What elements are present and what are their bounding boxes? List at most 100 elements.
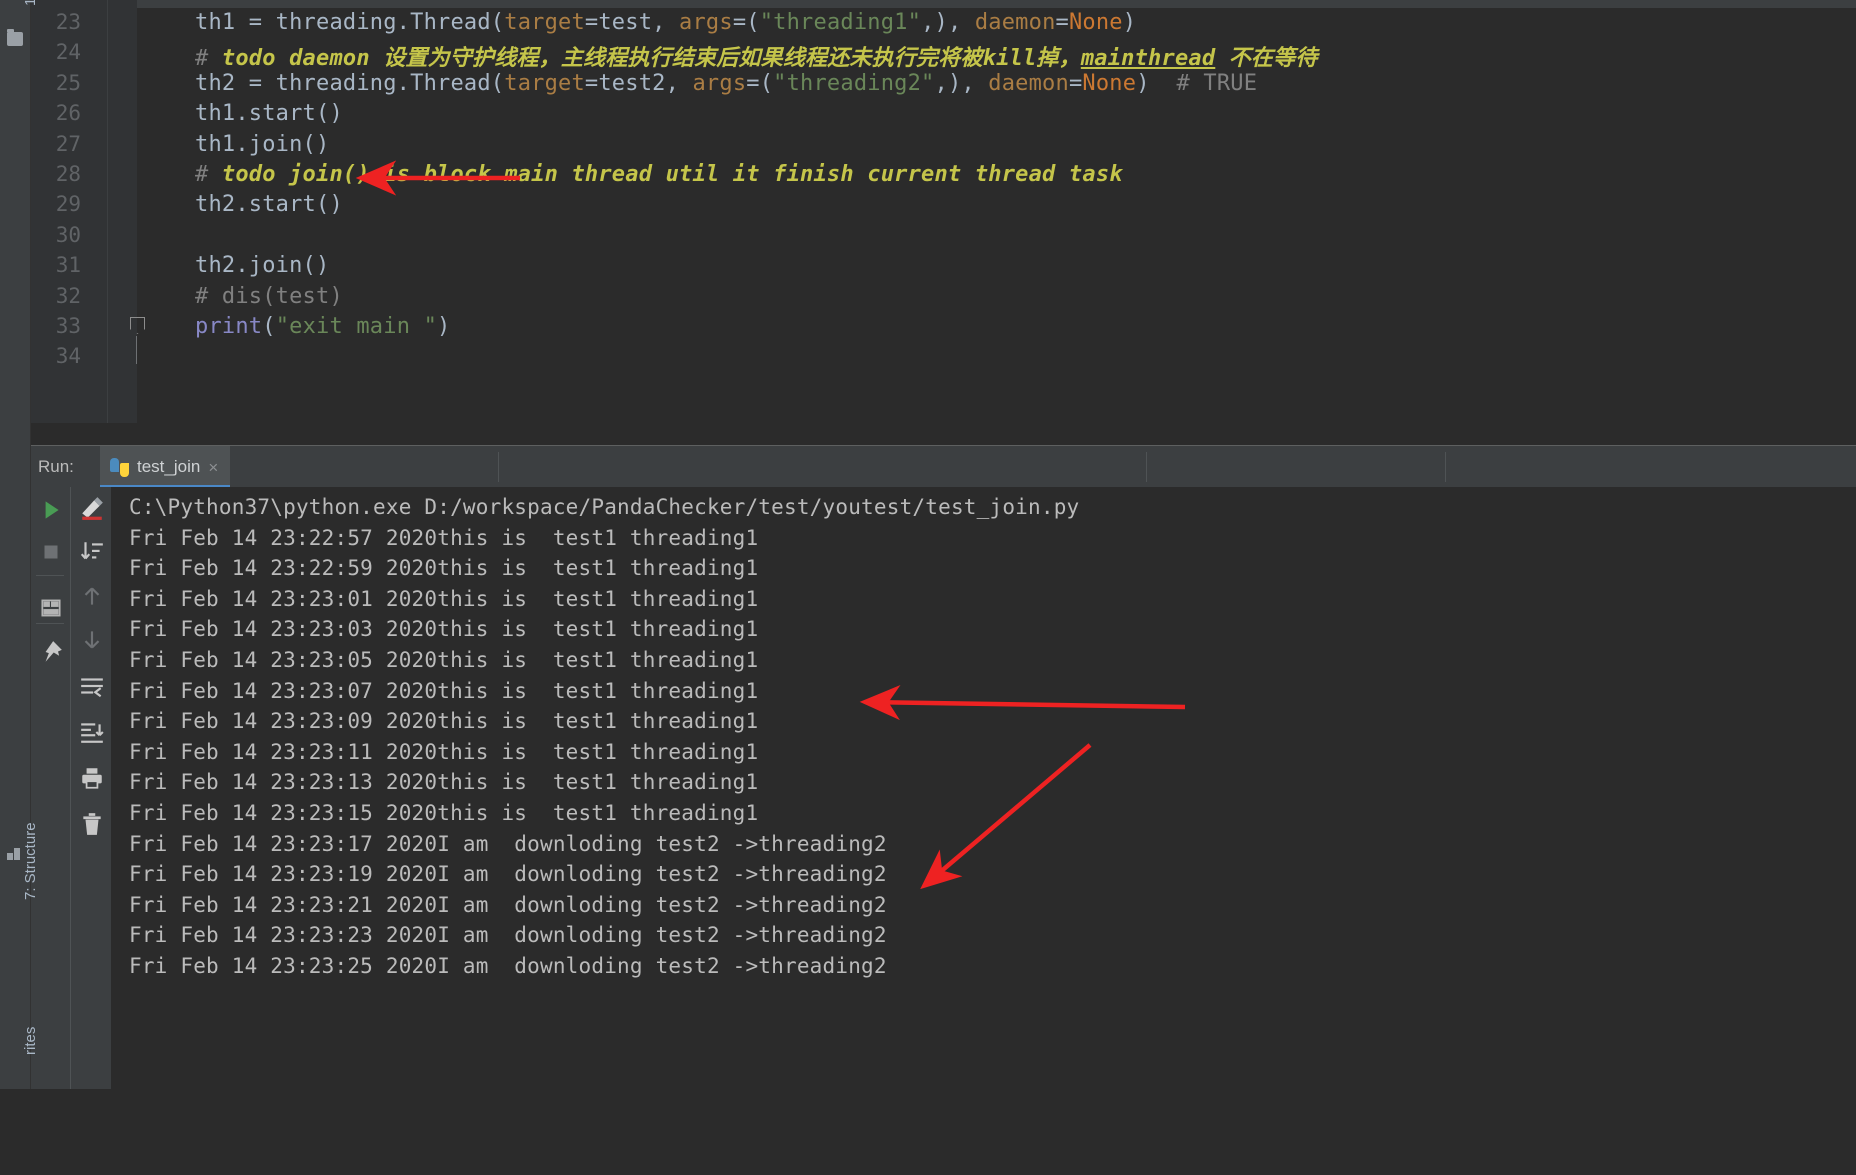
- layout-button[interactable]: [38, 595, 64, 621]
- run-tab-test-join[interactable]: test_join ×: [100, 446, 231, 488]
- line-number: 30: [55, 222, 81, 247]
- code-token: #: [195, 46, 222, 72]
- console-output-line: Fri Feb 14 23:23:05 2020this is test1 th…: [129, 648, 759, 672]
- code-line[interactable]: # todo join() is block main thread util …: [195, 162, 1123, 187]
- code-text-area[interactable]: th1 = threading.Thread(target=test, args…: [137, 0, 1856, 445]
- console-output-line: Fri Feb 14 23:23:15 2020this is test1 th…: [129, 801, 759, 825]
- next-occurrence-button[interactable]: [79, 627, 105, 653]
- console-output[interactable]: C:\Python37\python.exe D:/workspace/Pand…: [111, 487, 1856, 1089]
- sort-output-button[interactable]: [79, 539, 105, 565]
- console-output-line: Fri Feb 14 23:23:21 2020I am downloding …: [129, 892, 887, 917]
- code-token: ): [1122, 10, 1137, 35]
- code-line[interactable]: th1 = threading.Thread(target=test, args…: [195, 10, 1136, 35]
- code-token: daemon: [988, 70, 1069, 96]
- code-token: =(: [732, 10, 760, 35]
- code-editor[interactable]: 23 24 25 26 27 28 29 30 31 32 33 34 th1 = threading…: [30, 0, 1856, 445]
- code-token: "threading2": [773, 70, 935, 96]
- code-token: =(: [746, 70, 774, 96]
- rerun-button[interactable]: [38, 497, 64, 523]
- structure-icon[interactable]: [7, 846, 23, 862]
- sidebar-item-favorites[interactable]: rites: [0, 1027, 39, 1175]
- console-output-line: Fri Feb 14 23:22:59 2020this is test1 th…: [129, 556, 759, 581]
- code-token: print: [195, 314, 263, 339]
- gutter-divider: [107, 0, 108, 445]
- sidebar-item-project[interactable]: 1: Pr: [0, 0, 39, 126]
- code-fold-icon[interactable]: [130, 317, 145, 335]
- line-number: 34: [55, 344, 81, 369]
- code-token: mainthread: [1080, 46, 1216, 72]
- code-token: th2.start(): [195, 192, 343, 218]
- run-tab-label: test_join: [137, 457, 201, 476]
- code-line[interactable]: th2.start(): [195, 192, 343, 217]
- code-token: ): [437, 314, 451, 339]
- run-label: Run:: [38, 457, 74, 476]
- code-token: # dis(test): [195, 283, 343, 309]
- structure-tool-tab-label: 7: Structure: [22, 822, 39, 900]
- clear-all-button[interactable]: [79, 811, 105, 837]
- stop-button[interactable]: [38, 539, 64, 565]
- toolbar-separator: [36, 575, 64, 576]
- run-tool-window: Run: test_join × C:\Python37\python.exe …: [30, 445, 1856, 1089]
- code-line[interactable]: # dis(test): [195, 284, 343, 309]
- line-number: 33: [55, 314, 81, 338]
- line-number: 32: [55, 283, 81, 308]
- code-token: 掉，: [1036, 46, 1081, 72]
- code-token: #: [195, 162, 222, 187]
- line-number: 26: [55, 101, 81, 126]
- code-token: "threading1": [759, 10, 922, 35]
- console-output-line: Fri Feb 14 23:23:25 2020I am downloding …: [129, 954, 887, 978]
- code-token: 设置为守护线程，主线程执行结束后如果线程还未执行完将被: [383, 46, 983, 72]
- edit-configuration-button[interactable]: [79, 495, 105, 521]
- console-output-line: Fri Feb 14 23:23:11 2020this is test1 th…: [129, 739, 759, 764]
- code-token: # TRUE: [1176, 70, 1258, 96]
- code-token: =test2,: [584, 70, 693, 96]
- print-button[interactable]: [79, 765, 105, 791]
- scroll-to-end-button[interactable]: [79, 719, 105, 745]
- console-output-line: Fri Feb 14 23:23:13 2020this is test1 th…: [129, 770, 759, 795]
- console-output-line: Fri Feb 14 23:23:01 2020this is test1 th…: [129, 586, 759, 611]
- run-toolbar-secondary: [70, 487, 111, 1089]
- console-command-line: C:\Python37\python.exe D:/workspace/Pand…: [129, 495, 1080, 519]
- code-line[interactable]: print("exit main "): [195, 314, 450, 339]
- code-line[interactable]: th2.join(): [195, 253, 329, 278]
- console-output-line: Fri Feb 14 23:23:17 2020I am downloding …: [129, 831, 887, 856]
- code-line[interactable]: th2 = threading.Thread(target=test2, arg…: [195, 71, 1257, 96]
- python-file-icon: [110, 457, 129, 477]
- code-token: kill: [982, 46, 1037, 72]
- console-output-line: Fri Feb 14 23:23:19 2020I am downloding …: [129, 862, 887, 887]
- soft-wrap-button[interactable]: [79, 673, 105, 699]
- code-token: th1.start(): [195, 101, 343, 127]
- line-number: 23: [55, 10, 81, 34]
- console-output-line: Fri Feb 14 23:23:03 2020this is test1 th…: [129, 617, 759, 642]
- code-token: args: [692, 70, 747, 96]
- code-token: "exit main ": [275, 314, 438, 339]
- code-line[interactable]: # todo daemon 设置为守护线程，主线程执行结束后如果线程还未执行完将…: [195, 40, 1318, 72]
- code-line[interactable]: th1.start(): [195, 101, 343, 126]
- code-token: (: [262, 314, 276, 339]
- pycharm-window: 1: Pr 7: Structure rites 23 24 25 26 27 28 29 3…: [0, 0, 1856, 1089]
- code-token: th1.join(): [195, 131, 330, 157]
- line-number: 29: [55, 192, 81, 217]
- folder-icon[interactable]: [7, 29, 23, 46]
- run-tool-window-header: Run: test_join ×: [30, 445, 1856, 489]
- code-token: todo join() is block main thread util it…: [221, 162, 1123, 187]
- code-token: =: [1055, 10, 1069, 35]
- code-token: =: [1068, 70, 1083, 96]
- code-token: ): [1136, 70, 1177, 96]
- run-toolbar-primary: [30, 487, 70, 1089]
- code-line[interactable]: th1.join(): [195, 132, 329, 157]
- code-token: args: [679, 10, 733, 35]
- code-token: 不在等待: [1228, 46, 1318, 72]
- line-number: 27: [55, 131, 81, 156]
- console-output-line: Fri Feb 14 23:23:23 2020I am downloding …: [129, 923, 887, 948]
- pin-tab-button[interactable]: [38, 639, 64, 665]
- left-tool-strip: 1: Pr 7: Structure rites: [0, 0, 39, 1089]
- code-token: None: [1082, 70, 1137, 96]
- code-token: =test,: [584, 10, 680, 35]
- editor-gutter[interactable]: 23 24 25 26 27 28 29 30 31 32 33 34: [30, 0, 137, 445]
- close-icon[interactable]: ×: [208, 459, 218, 476]
- code-token: daemon: [974, 10, 1056, 35]
- prev-occurrence-button[interactable]: [79, 583, 105, 609]
- line-number: 28: [55, 162, 81, 186]
- toolbar-separator: [36, 623, 64, 624]
